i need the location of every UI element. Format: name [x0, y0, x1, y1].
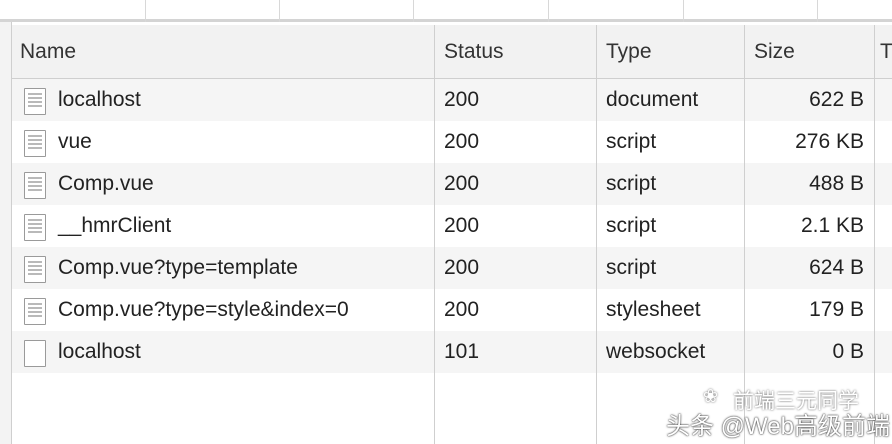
document-icon [24, 172, 46, 199]
cell-size: 488 B [809, 172, 864, 195]
cell-status: 200 [444, 214, 480, 237]
timeline-tick [413, 0, 414, 22]
wechat-logo-icon: ❀ [703, 386, 719, 406]
table-row[interactable]: Comp.vue 200 script 488 B [12, 163, 892, 205]
timeline-tick [817, 0, 818, 22]
watermark-source: 头条 @Web高级前端 [666, 413, 890, 440]
timeline-overview[interactable] [0, 0, 892, 22]
cell-status: 200 [444, 130, 480, 153]
cell-name: Comp.vue?type=style&index=0 [58, 298, 349, 321]
cell-size: 622 B [809, 88, 864, 111]
column-header-time[interactable]: T [880, 25, 892, 79]
cell-type: script [606, 130, 657, 153]
document-icon [24, 130, 46, 157]
timeline-tick [548, 0, 549, 22]
table-row[interactable]: Comp.vue?type=style&index=0 200 styleshe… [12, 289, 892, 331]
timeline-tick [145, 0, 146, 22]
left-gutter [0, 22, 12, 444]
cell-name: localhost [58, 340, 141, 363]
cell-status: 200 [444, 172, 480, 195]
cell-size: 624 B [809, 256, 864, 279]
cell-name: localhost [58, 88, 141, 111]
column-header-name[interactable]: Name [20, 25, 76, 79]
column-header-size[interactable]: Size [754, 25, 795, 79]
document-icon [24, 256, 46, 283]
cell-name: __hmrClient [58, 214, 172, 237]
cell-size: 0 B [832, 340, 864, 363]
cell-type: script [606, 256, 657, 279]
column-divider[interactable] [596, 25, 597, 444]
cell-size: 179 B [809, 298, 864, 321]
cell-type: script [606, 172, 657, 195]
timeline-tick [279, 0, 280, 22]
cell-name: vue [58, 130, 92, 153]
cell-name: Comp.vue [58, 172, 154, 195]
cell-status: 200 [444, 298, 480, 321]
cell-type: stylesheet [606, 298, 701, 321]
column-divider[interactable] [434, 25, 435, 444]
table-row[interactable]: Comp.vue?type=template 200 script 624 B [12, 247, 892, 289]
table-row[interactable]: localhost 101 websocket 0 B [12, 331, 892, 373]
cell-status: 200 [444, 256, 480, 279]
cell-size: 276 KB [795, 130, 864, 153]
document-icon [24, 88, 46, 115]
cell-type: document [606, 88, 699, 111]
cell-name: Comp.vue?type=template [58, 256, 298, 279]
table-row[interactable]: vue 200 script 276 KB [12, 121, 892, 163]
document-icon [24, 214, 46, 241]
network-requests-table: Name Status Type Size T localhost 200 do… [12, 25, 892, 444]
table-row[interactable]: localhost 200 document 622 B [12, 79, 892, 121]
column-header-type[interactable]: Type [606, 25, 652, 79]
table-header: Name Status Type Size T [12, 25, 892, 79]
blank-file-icon [24, 340, 46, 367]
cell-type: websocket [606, 340, 706, 363]
table-row[interactable]: __hmrClient 200 script 2.1 KB [12, 205, 892, 247]
cell-status: 200 [444, 88, 480, 111]
cell-status: 101 [444, 340, 480, 363]
column-divider[interactable] [874, 25, 875, 444]
column-divider[interactable] [744, 25, 745, 444]
document-icon [24, 298, 46, 325]
cell-type: script [606, 214, 657, 237]
cell-size: 2.1 KB [800, 214, 864, 237]
column-header-status[interactable]: Status [444, 25, 504, 79]
timeline-tick [683, 0, 684, 22]
